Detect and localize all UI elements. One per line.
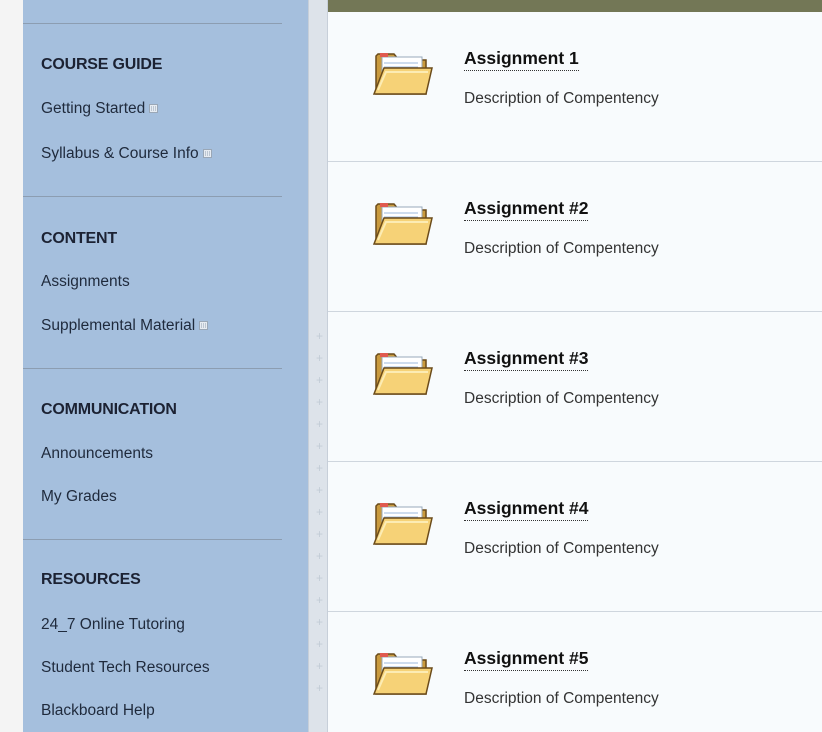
external-link-icon <box>149 103 159 113</box>
sidebar-item-blackboard-help[interactable]: Blackboard Help <box>41 702 155 720</box>
sidebar-item-label: Getting Started <box>41 100 146 117</box>
grip-icon: + <box>316 461 324 475</box>
grip-icon: + <box>316 483 324 497</box>
sidebar-item-label: Assignments <box>41 273 130 290</box>
sidebar-item-label: 24_7 Online Tutoring <box>41 616 185 633</box>
section-heading-resources: RESOURCES <box>41 571 141 588</box>
list-item: Assignment #4 Description of Compentency <box>328 462 822 612</box>
grip-icon: + <box>316 351 324 365</box>
item-title-link[interactable]: Assignment #2 <box>464 198 589 221</box>
item-description: Description of Compentency <box>464 540 659 557</box>
grip-icon: + <box>316 571 324 585</box>
grip-icon: + <box>316 329 324 343</box>
section-divider <box>23 539 282 540</box>
grip-icon: + <box>316 417 324 431</box>
grip-icon: + <box>316 681 324 695</box>
section-divider <box>23 196 282 197</box>
content-top-bar <box>328 0 822 12</box>
grip-icon: + <box>316 505 324 519</box>
grip-icon: + <box>316 659 324 673</box>
list-item: Assignment #3 Description of Compentency <box>328 312 822 462</box>
folder-icon[interactable] <box>372 496 434 548</box>
grip-icon: + <box>316 395 324 409</box>
grip-icon: + <box>316 549 324 563</box>
sidebar-item-label: My Grades <box>41 488 117 505</box>
section-divider <box>23 23 282 24</box>
folder-icon[interactable] <box>372 346 434 398</box>
grip-icon: + <box>316 593 324 607</box>
page-edge <box>0 0 23 732</box>
item-title-link[interactable]: Assignment 1 <box>464 48 579 71</box>
item-description: Description of Compentency <box>464 90 659 107</box>
item-description: Description of Compentency <box>464 240 659 257</box>
list-item: Assignment 1 Description of Compentency <box>328 12 822 162</box>
sidebar-resize-handle[interactable]: + + + + + + + + + + + + + + + + + <box>308 0 328 732</box>
grip-icon: + <box>316 637 324 651</box>
external-link-icon <box>199 320 209 330</box>
sidebar-item-assignments[interactable]: Assignments <box>41 273 130 291</box>
grip-icon: + <box>316 615 324 629</box>
list-item: Assignment #2 Description of Compentency <box>328 162 822 312</box>
grip-icon: + <box>316 439 324 453</box>
section-heading-communication: COMMUNICATION <box>41 401 177 418</box>
list-item: Assignment #5 Description of Compentency <box>328 612 822 732</box>
sidebar-item-online-tutoring[interactable]: 24_7 Online Tutoring <box>41 616 185 634</box>
sidebar-item-label: Student Tech Resources <box>41 659 210 676</box>
sidebar-item-label: Syllabus & Course Info <box>41 145 199 162</box>
folder-icon[interactable] <box>372 196 434 248</box>
sidebar-item-announcements[interactable]: Announcements <box>41 445 153 463</box>
sidebar-item-getting-started[interactable]: Getting Started <box>41 100 159 118</box>
sidebar-item-label: Supplemental Material <box>41 317 196 334</box>
item-title-link[interactable]: Assignment #5 <box>464 648 589 671</box>
grip-icon: + <box>316 527 324 541</box>
sidebar-item-my-grades[interactable]: My Grades <box>41 488 117 506</box>
folder-icon[interactable] <box>372 46 434 98</box>
sidebar-item-label: Blackboard Help <box>41 702 155 719</box>
course-menu-sidebar: COURSE GUIDE Getting Started Syllabus & … <box>23 0 308 732</box>
external-link-icon <box>202 148 212 158</box>
content-list: Assignment 1 Description of Compentency … <box>328 0 822 732</box>
grip-icon: + <box>316 373 324 387</box>
section-heading-course-guide: COURSE GUIDE <box>41 56 163 73</box>
folder-icon[interactable] <box>372 646 434 698</box>
sidebar-item-student-tech-resources[interactable]: Student Tech Resources <box>41 659 210 677</box>
section-heading-content: CONTENT <box>41 230 117 247</box>
item-title-link[interactable]: Assignment #3 <box>464 348 589 371</box>
item-title-link[interactable]: Assignment #4 <box>464 498 589 521</box>
sidebar-item-supplemental-material[interactable]: Supplemental Material <box>41 317 209 335</box>
sidebar-item-syllabus-course-info[interactable]: Syllabus & Course Info <box>41 145 212 163</box>
item-description: Description of Compentency <box>464 390 659 407</box>
sidebar-item-label: Announcements <box>41 445 154 462</box>
item-description: Description of Compentency <box>464 690 659 707</box>
section-divider <box>23 368 282 369</box>
